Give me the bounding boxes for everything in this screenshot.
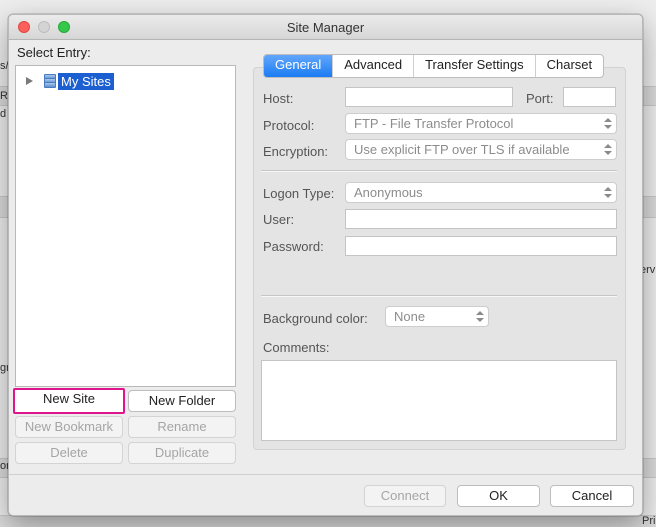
title-bar[interactable]: Site Manager: [9, 15, 642, 40]
settings-tab-bar: General Advanced Transfer Settings Chars…: [263, 54, 605, 78]
background-text-fragment: d: [0, 108, 7, 120]
password-input[interactable]: [345, 236, 617, 256]
port-label: Port:: [526, 91, 554, 106]
background-color-select-value: None: [394, 309, 426, 324]
background-color-select[interactable]: None: [385, 306, 489, 327]
background-text-fragment: Pri: [642, 515, 656, 527]
section-divider: [261, 170, 617, 172]
connect-button[interactable]: Connect: [364, 485, 446, 507]
host-label: Host:: [263, 91, 294, 106]
select-entry-label: Select Entry:: [17, 45, 91, 60]
background-color-label: Background color:: [263, 311, 368, 326]
password-label: Password:: [263, 239, 324, 254]
protocol-select-value: FTP - File Transfer Protocol: [354, 116, 514, 131]
ok-button[interactable]: OK: [457, 485, 540, 507]
dialog-title: Site Manager: [286, 20, 365, 35]
logon-type-select-value: Anonymous: [354, 185, 423, 200]
protocol-label: Protocol:: [263, 118, 315, 133]
disclosure-triangle-icon[interactable]: [26, 77, 33, 85]
duplicate-button[interactable]: Duplicate: [128, 442, 236, 464]
site-tree[interactable]: My Sites: [15, 65, 236, 387]
logon-type-label: Logon Type:: [263, 186, 335, 201]
server-icon: [43, 74, 56, 88]
cancel-button[interactable]: Cancel: [550, 485, 634, 507]
background-status-strip: [0, 515, 656, 527]
tree-item-my-sites[interactable]: My Sites: [26, 72, 114, 90]
new-bookmark-button[interactable]: New Bookmark: [15, 416, 123, 438]
rename-button[interactable]: Rename: [128, 416, 236, 438]
tree-item-label: My Sites: [58, 72, 114, 90]
comments-textarea[interactable]: [261, 360, 617, 441]
tab-general[interactable]: General: [264, 55, 333, 77]
up-down-arrows-icon: [604, 186, 612, 199]
footer-divider: [9, 474, 642, 475]
comments-label: Comments:: [263, 340, 330, 355]
tab-advanced[interactable]: Advanced: [332, 55, 413, 77]
user-input[interactable]: [345, 209, 617, 229]
new-site-button[interactable]: New Site: [13, 388, 125, 414]
encryption-select[interactable]: Use explicit FTP over TLS if available: [345, 139, 617, 160]
protocol-select[interactable]: FTP - File Transfer Protocol: [345, 113, 617, 134]
tab-charset[interactable]: Charset: [534, 55, 604, 77]
logon-type-select[interactable]: Anonymous: [345, 182, 617, 203]
tab-transfer-settings[interactable]: Transfer Settings: [413, 55, 535, 77]
up-down-arrows-icon: [604, 143, 612, 156]
new-folder-button[interactable]: New Folder: [128, 390, 236, 412]
port-input[interactable]: [563, 87, 616, 107]
user-label: User:: [263, 212, 295, 227]
up-down-arrows-icon: [604, 117, 612, 130]
encryption-select-value: Use explicit FTP over TLS if available: [354, 142, 570, 157]
section-divider: [261, 295, 617, 297]
up-down-arrows-icon: [476, 310, 484, 323]
delete-button[interactable]: Delete: [15, 442, 123, 464]
encryption-label: Encryption:: [263, 144, 329, 159]
site-manager-dialog: Site Manager Select Entry: My Sites New …: [8, 14, 643, 516]
host-input[interactable]: [345, 87, 513, 107]
